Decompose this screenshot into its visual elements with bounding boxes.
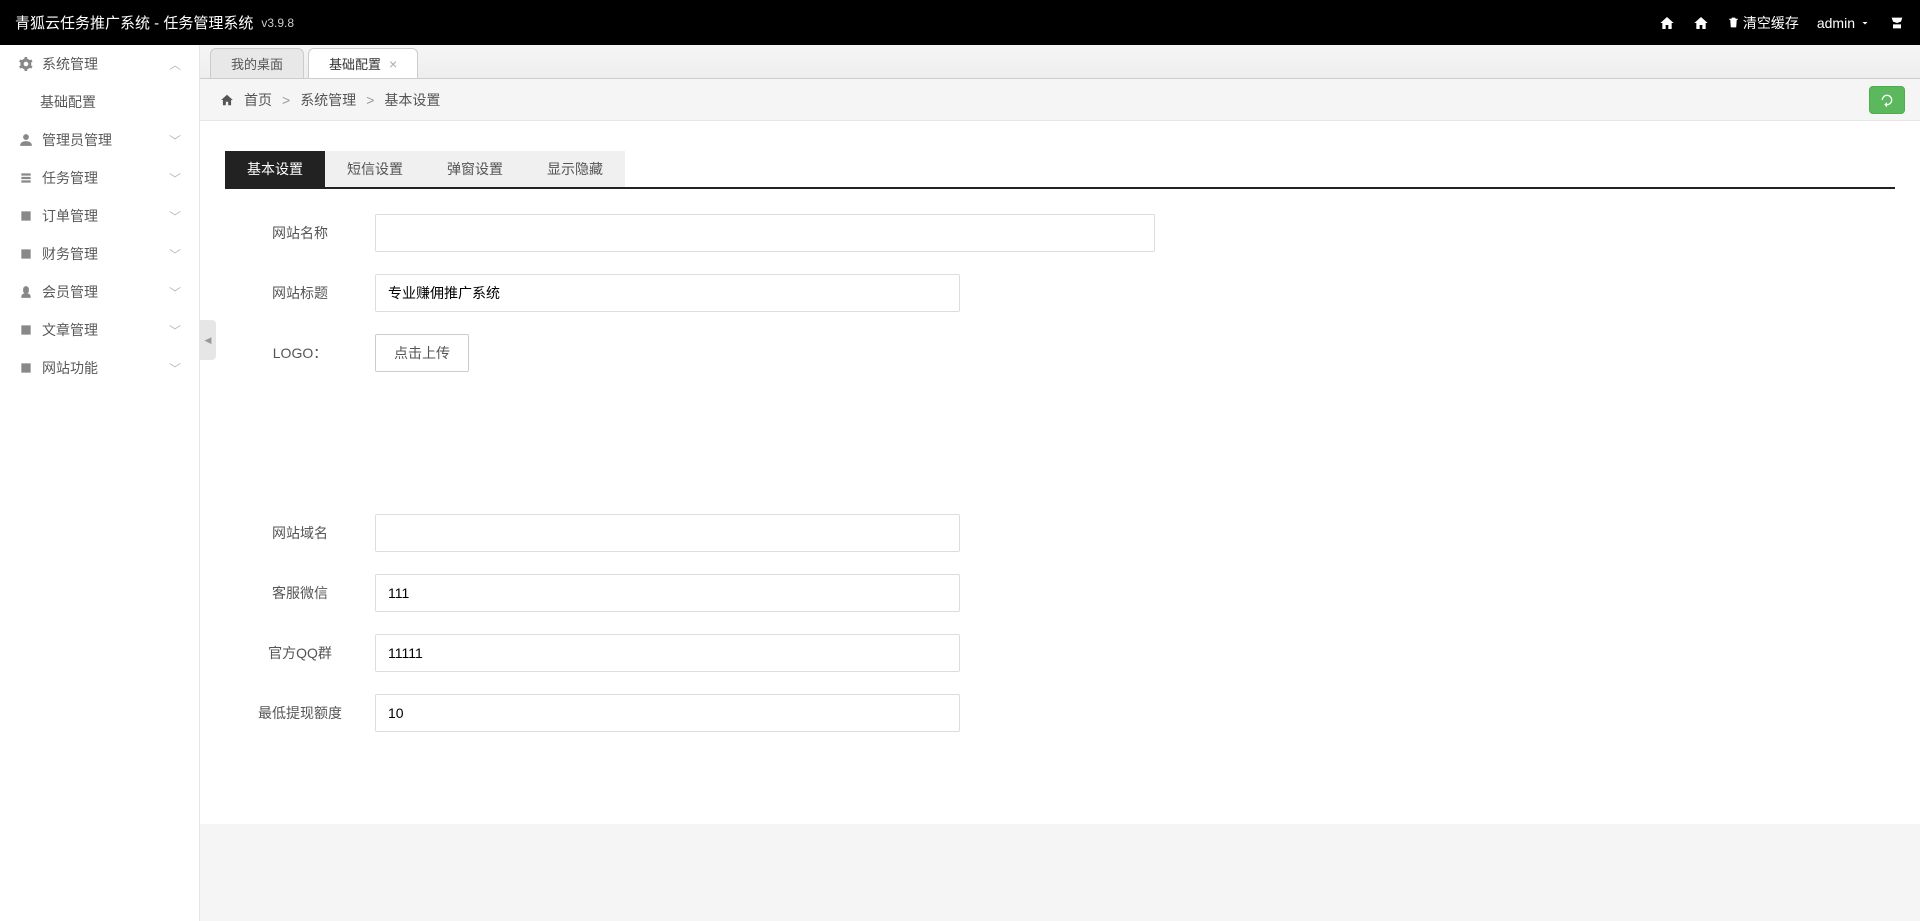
sub-tabs: 基本设置 短信设置 弹窗设置 显示隐藏 [225, 151, 1895, 189]
header: 青狐云任务推广系统 - 任务管理系统 v3.9.8 清空缓存 admin [0, 0, 1920, 45]
chevron-down-icon: ﹀ [169, 208, 181, 225]
chevron-down-icon: ﹀ [169, 170, 181, 187]
app-title: 青狐云任务推广系统 - 任务管理系统 [15, 12, 253, 33]
sub-tab-popup[interactable]: 弹窗设置 [425, 151, 525, 187]
user-icon [18, 132, 34, 148]
label-logo: LOGO： [225, 343, 375, 363]
breadcrumb-home[interactable]: 首页 [244, 90, 272, 110]
chevron-down-icon: ﹀ [169, 132, 181, 149]
label-qq: 官方QQ群 [225, 643, 375, 663]
label-min-withdraw: 最低提现额度 [225, 703, 375, 723]
member-icon [18, 284, 34, 300]
label-site-title: 网站标题 [225, 283, 375, 303]
refresh-icon [1879, 92, 1895, 108]
input-min-withdraw[interactable] [375, 694, 960, 732]
money-icon [18, 246, 34, 262]
header-right: 清空缓存 admin [1659, 13, 1905, 33]
chevron-down-icon: ﹀ [169, 246, 181, 263]
input-site-title[interactable] [375, 274, 960, 312]
chevron-down-icon: ﹀ [169, 360, 181, 377]
nav-finance[interactable]: 财务管理 ﹀ [0, 235, 199, 273]
sidebar-collapse-handle[interactable] [200, 320, 216, 360]
article-icon [18, 322, 34, 338]
gear-icon [18, 56, 34, 72]
refresh-button[interactable] [1869, 86, 1905, 114]
task-icon [18, 170, 34, 186]
input-wechat[interactable] [375, 574, 960, 612]
sub-tab-sms[interactable]: 短信设置 [325, 151, 425, 187]
clear-cache-button[interactable]: 清空缓存 [1727, 13, 1799, 33]
site-icon [18, 360, 34, 376]
home-icon-2[interactable] [1693, 15, 1709, 31]
nav-site[interactable]: 网站功能 ﹀ [0, 349, 199, 387]
chevron-down-icon: ﹀ [169, 284, 181, 301]
close-icon[interactable]: × [389, 57, 397, 71]
sub-tab-display[interactable]: 显示隐藏 [525, 151, 625, 187]
nav-admin[interactable]: 管理员管理 ﹀ [0, 121, 199, 159]
tabs-bar: 我的桌面 基础配置 × [200, 45, 1920, 79]
chevron-down-icon [1859, 17, 1871, 29]
nav-task[interactable]: 任务管理 ﹀ [0, 159, 199, 197]
breadcrumb-level1: 系统管理 [300, 90, 356, 110]
input-qq[interactable] [375, 634, 960, 672]
chevron-down-icon: ﹀ [169, 322, 181, 339]
home-icon [220, 93, 234, 107]
theme-icon[interactable] [1889, 15, 1905, 31]
chevron-up-icon: ︿ [169, 56, 181, 73]
main: 我的桌面 基础配置 × 首页 > 系统管理 > 基本设置 [200, 45, 1920, 921]
user-menu[interactable]: admin [1817, 15, 1871, 31]
breadcrumb-level2: 基本设置 [384, 90, 440, 110]
tab-basic-config[interactable]: 基础配置 × [308, 48, 418, 78]
home-icon[interactable] [1659, 15, 1675, 31]
sidebar: 系统管理 ︿ 基础配置 管理员管理 ﹀ 任务管理 ﹀ 订单管理 ﹀ 财务管理 ﹀ [0, 45, 200, 921]
label-site-name: 网站名称 [225, 223, 375, 243]
content: 首页 > 系统管理 > 基本设置 基本设置 短信设置 弹窗设置 显示隐藏 [200, 79, 1920, 921]
tab-desktop[interactable]: 我的桌面 [210, 48, 304, 78]
nav-order[interactable]: 订单管理 ﹀ [0, 197, 199, 235]
input-site-name[interactable] [375, 214, 1155, 252]
label-site-domain: 网站域名 [225, 523, 375, 543]
breadcrumb: 首页 > 系统管理 > 基本设置 [200, 79, 1920, 121]
upload-logo-button[interactable]: 点击上传 [375, 334, 469, 372]
app-version: v3.9.8 [261, 16, 294, 30]
input-site-domain[interactable] [375, 514, 960, 552]
nav-system[interactable]: 系统管理 ︿ [0, 45, 199, 83]
nav-article[interactable]: 文章管理 ﹀ [0, 311, 199, 349]
nav-member[interactable]: 会员管理 ﹀ [0, 273, 199, 311]
form-wrapper: 基本设置 短信设置 弹窗设置 显示隐藏 网站名称 网站标题 LOGO： [200, 121, 1920, 824]
calendar-icon [18, 208, 34, 224]
label-wechat: 客服微信 [225, 583, 375, 603]
sub-tab-basic[interactable]: 基本设置 [225, 151, 325, 187]
header-left: 青狐云任务推广系统 - 任务管理系统 v3.9.8 [15, 12, 294, 33]
nav-basic-config[interactable]: 基础配置 [0, 83, 199, 121]
